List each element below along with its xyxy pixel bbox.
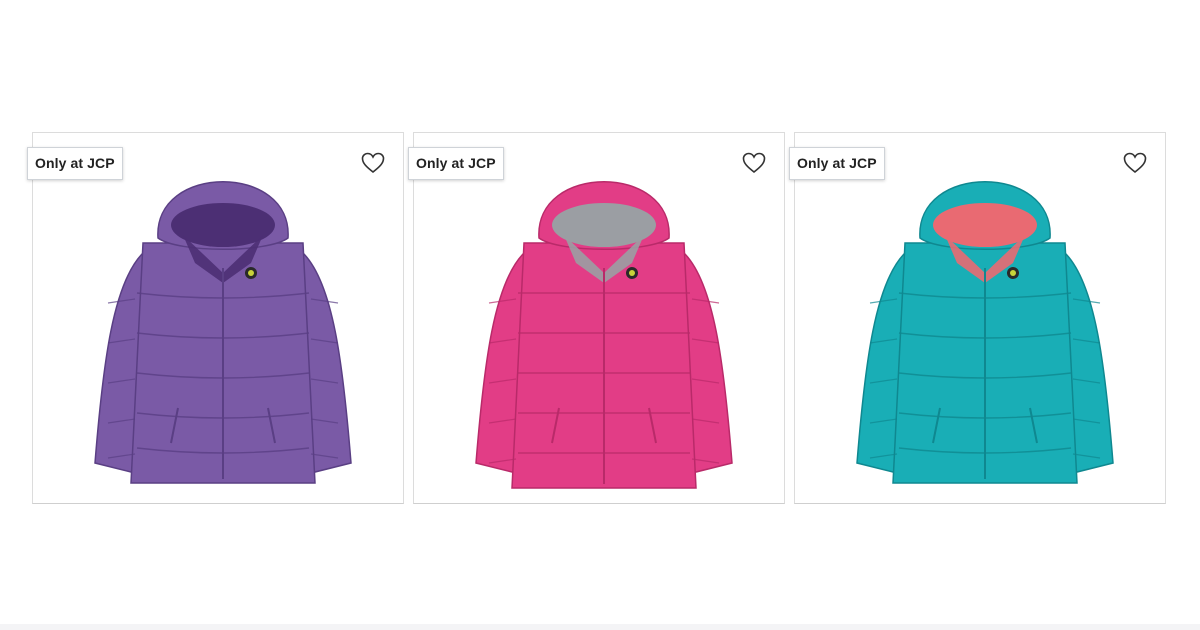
logo-mark (629, 270, 635, 276)
product-card[interactable]: Only at JCP (27, 132, 404, 504)
product-grid: Only at JCP Only at JCP Only at JCP (27, 132, 1166, 504)
product-card[interactable]: Only at JCP (789, 132, 1166, 504)
logo-mark (1010, 270, 1016, 276)
puffer-jacket-image[interactable] (73, 143, 373, 495)
page-footer-strip (0, 624, 1200, 630)
puffer-jacket-image[interactable] (454, 143, 754, 495)
puffer-jacket-image[interactable] (835, 143, 1135, 495)
product-card[interactable]: Only at JCP (408, 132, 785, 504)
logo-mark (248, 270, 254, 276)
